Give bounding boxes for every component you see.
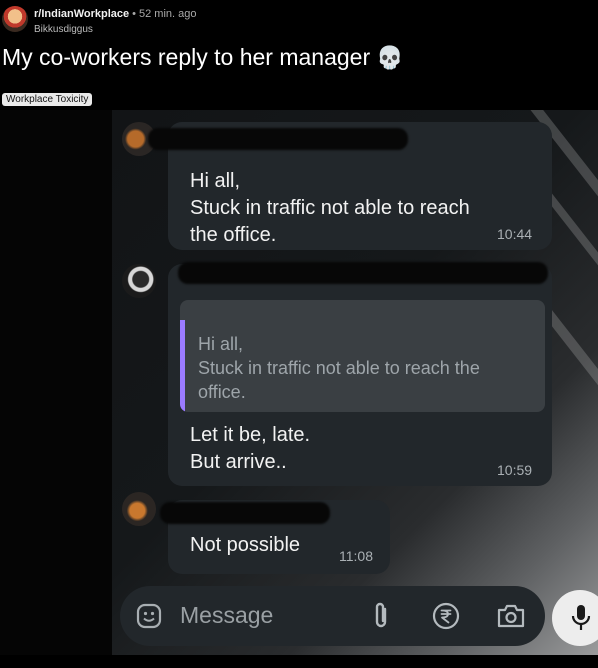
skull-icon: 💀 xyxy=(376,45,404,70)
post-time: 52 min. ago xyxy=(139,8,197,20)
message-text: Not possible xyxy=(190,534,301,556)
message-input-bar[interactable]: Message xyxy=(120,586,545,646)
quote-accent-bar xyxy=(180,320,185,412)
rupee-icon[interactable] xyxy=(432,602,460,630)
attach-icon[interactable] xyxy=(370,601,392,631)
message-bubble[interactable]: Hi all, Stuck in traffic not able to rea… xyxy=(168,262,552,486)
message-time: 10:59 xyxy=(497,462,533,478)
quoted-message[interactable]: Hi all, Stuck in traffic not able to rea… xyxy=(180,300,545,412)
redacted-name xyxy=(148,128,408,150)
message-time: 11:08 xyxy=(339,548,373,564)
redacted-name xyxy=(178,262,548,284)
message-input[interactable]: Message xyxy=(180,602,273,629)
redacted-name xyxy=(160,502,330,524)
emoji-icon[interactable] xyxy=(136,603,162,629)
post-meta: r/IndianWorkplace • 52 min. ago xyxy=(34,8,197,20)
sender-avatar[interactable] xyxy=(122,264,156,298)
message-text: Hi all, Stuck in traffic not able to rea… xyxy=(190,170,470,246)
post-title[interactable]: My co-workers reply to her manager 💀 xyxy=(2,44,404,71)
mic-icon xyxy=(571,605,591,630)
post-header: r/IndianWorkplace • 52 min. ago Bikkusdigg… xyxy=(0,0,598,110)
message-time: 10:44 xyxy=(497,226,533,242)
image-bottom-margin xyxy=(0,655,598,668)
message-text: Let it be, late. But arrive.. xyxy=(190,424,311,473)
image-left-margin xyxy=(0,110,112,655)
camera-icon[interactable] xyxy=(496,602,526,630)
message-bubble[interactable]: Not possible 11:08 xyxy=(160,500,390,574)
chat-screenshot: Hi all, Stuck in traffic not able to rea… xyxy=(112,110,598,655)
subreddit-link[interactable]: r/IndianWorkplace xyxy=(34,8,129,20)
sender-avatar[interactable] xyxy=(122,492,156,526)
message-bubble[interactable]: Hi all, Stuck in traffic not able to rea… xyxy=(148,122,552,250)
subreddit-avatar[interactable] xyxy=(2,6,28,32)
post-flair[interactable]: Workplace Toxicity xyxy=(2,93,93,106)
post-author[interactable]: Bikkusdiggus xyxy=(34,24,93,35)
post-title-text: My co-workers reply to her manager xyxy=(2,44,371,70)
quoted-text: Hi all, Stuck in traffic not able to rea… xyxy=(198,334,480,402)
meta-separator: • xyxy=(132,8,137,20)
